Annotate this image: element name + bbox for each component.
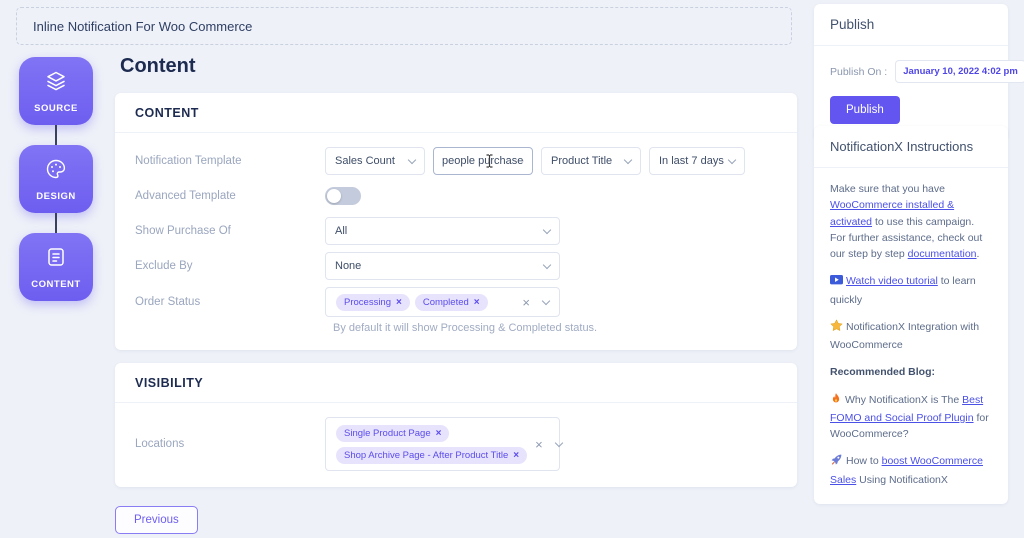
order-status-tag: Processing × [336, 293, 410, 311]
content-section-header: CONTENT [115, 93, 797, 133]
show-purchase-of-select[interactable]: All [325, 217, 560, 245]
chevron-down-icon [623, 155, 633, 164]
step-connector [55, 125, 57, 145]
template-duration-select[interactable]: In last 7 days [649, 147, 745, 175]
page-title: Content [120, 55, 196, 77]
publish-date-input[interactable]: January 10, 2022 4:02 pm [895, 60, 1024, 83]
chevron-down-icon [407, 155, 417, 164]
publish-button[interactable]: Publish [830, 96, 900, 124]
advanced-template-toggle[interactable] [325, 187, 361, 205]
step-content-button[interactable]: CONTENT [19, 233, 93, 301]
instructions-panel-body: Make sure that you have WooCommerce inst… [814, 168, 1008, 504]
palette-icon [44, 157, 68, 186]
toggle-knob [327, 189, 341, 203]
publish-panel-header: Publish [814, 4, 1008, 46]
notification-template-row: Notification Template Sales Count people… [135, 147, 777, 175]
field-label: Order Status [135, 296, 201, 308]
locations-multiselect[interactable]: Single Product Page × Shop Archive Page … [325, 417, 563, 471]
clear-all-icon[interactable]: × [535, 438, 543, 451]
field-label: Show Purchase Of [135, 225, 231, 237]
template-text-wrap [433, 147, 533, 175]
document-icon [44, 245, 68, 274]
visibility-section-body: Locations Single Product Page × Shop Arc… [115, 403, 797, 487]
template-text-input[interactable] [433, 147, 533, 175]
blog-link-1: Why NotificationX is The Best FOMO and S… [830, 392, 989, 441]
field-label: Locations [135, 438, 185, 450]
template-variable-select[interactable]: Product Title [541, 147, 641, 175]
order-status-row: Order Status Processing × Completed × × [135, 287, 777, 317]
fire-icon [830, 392, 842, 410]
tag-remove-icon[interactable]: × [513, 450, 519, 461]
field-label: Advanced Template [135, 190, 236, 202]
instructions-panel: NotificationX Instructions Make sure tha… [814, 126, 1008, 504]
publish-panel: Publish Publish On : January 10, 2022 4:… [814, 4, 1024, 140]
star-icon [830, 319, 843, 337]
notification-template-controls: Sales Count Product Title [325, 147, 777, 175]
layers-icon [44, 69, 68, 98]
step-design-label: DESIGN [36, 190, 76, 202]
exclude-by-row: Exclude By None [135, 252, 777, 280]
publish-on-label: Publish On : [830, 65, 888, 78]
campaign-title-input[interactable] [16, 7, 792, 45]
advanced-template-row: Advanced Template [135, 182, 777, 210]
template-type-select[interactable]: Sales Count [325, 147, 425, 175]
previous-button[interactable]: Previous [115, 506, 198, 534]
order-status-help-text: By default it will show Processing & Com… [333, 322, 598, 334]
visibility-section-card: VISIBILITY Locations Single Product Page… [115, 363, 797, 487]
step-source-label: SOURCE [34, 102, 78, 114]
location-tag: Shop Archive Page - After Product Title … [336, 446, 528, 464]
instructions-intro: Make sure that you have WooCommerce inst… [830, 183, 983, 261]
chevron-down-icon [727, 155, 737, 164]
step-connector [55, 213, 57, 233]
tag-remove-icon[interactable]: × [396, 297, 402, 308]
locations-row: Locations Single Product Page × Shop Arc… [135, 417, 777, 471]
instructions-panel-header: NotificationX Instructions [814, 126, 1008, 168]
chevron-down-icon [542, 225, 552, 234]
show-purchase-of-row: Show Purchase Of All [135, 217, 777, 245]
step-design-button[interactable]: DESIGN [19, 145, 93, 213]
order-status-tag: Completed × [414, 293, 488, 311]
order-status-multiselect[interactable]: Processing × Completed × × [325, 287, 560, 317]
documentation-link[interactable]: documentation [908, 248, 977, 260]
integration-line: NotificationX Integration with WooCommer… [830, 319, 980, 352]
exclude-by-select[interactable]: None [325, 252, 560, 280]
chevron-down-icon [542, 260, 552, 269]
video-icon [830, 273, 843, 291]
step-content-label: CONTENT [31, 278, 81, 290]
field-label: Notification Template [135, 155, 242, 167]
content-section-card: CONTENT Notification Template Sales Coun… [115, 93, 797, 350]
visibility-section-header: VISIBILITY [115, 363, 797, 403]
rocket-icon [830, 453, 843, 471]
clear-all-icon[interactable]: × [522, 296, 530, 309]
chevron-down-icon[interactable] [541, 296, 551, 305]
location-tag: Single Product Page × [336, 424, 450, 442]
tag-remove-icon[interactable]: × [436, 428, 442, 439]
notificationx-admin-page: SOURCE DESIGN CON [0, 0, 1024, 538]
blog-link-2: How to boost WooCommerce Sales Using Not… [830, 453, 983, 486]
video-tutorial-line: Watch video tutorial to learn quickly [830, 273, 976, 306]
field-label: Exclude By [135, 260, 193, 272]
order-status-group: Order Status Processing × Completed × × … [135, 287, 777, 334]
tag-remove-icon[interactable]: × [474, 297, 480, 308]
recommended-blog-header: Recommended Blog: [830, 366, 936, 379]
content-section-body: Notification Template Sales Count people… [115, 133, 797, 350]
step-navigation: SOURCE DESIGN CONTENT [19, 57, 93, 301]
step-source-button[interactable]: SOURCE [19, 57, 93, 125]
chevron-down-icon[interactable] [554, 438, 563, 447]
video-tutorial-link[interactable]: Watch video tutorial [846, 275, 938, 287]
